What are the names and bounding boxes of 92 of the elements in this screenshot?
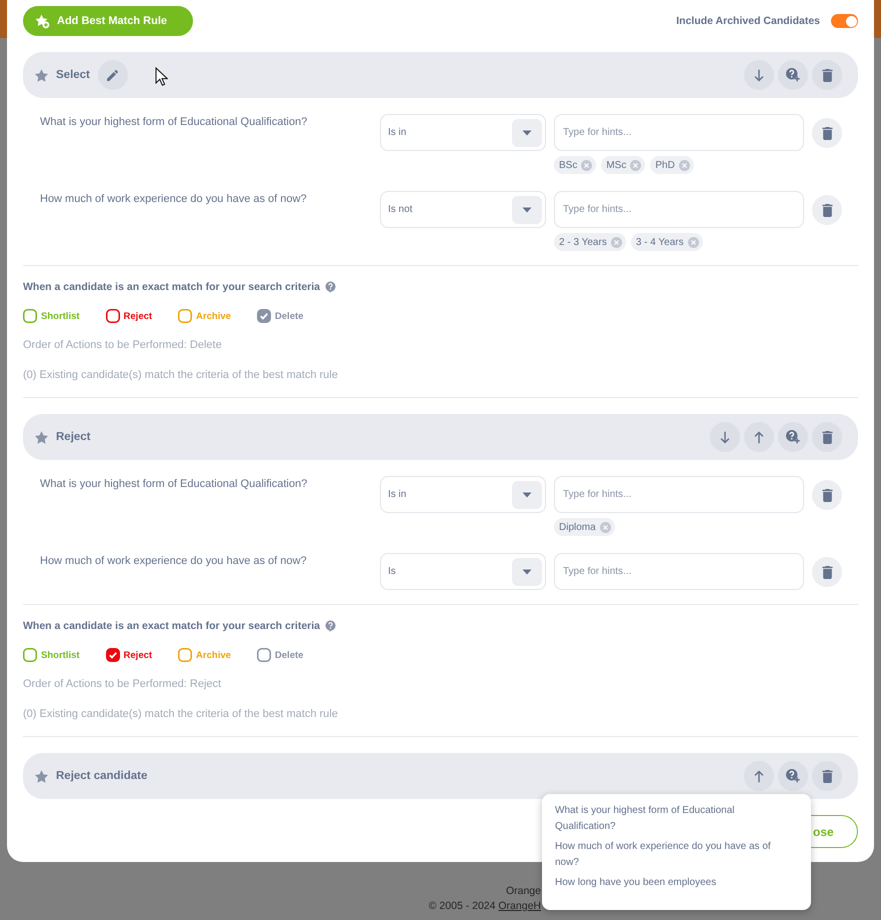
- hint-input[interactable]: Type for hints...: [554, 553, 804, 590]
- actions-heading: When a candidate is an exact match for your search criteria: [23, 281, 320, 293]
- question-text: How much of work experience do you have as of now?: [39, 554, 308, 568]
- checkbox[interactable]: [178, 309, 192, 323]
- add-question-button[interactable]: [778, 761, 808, 791]
- add-question-button[interactable]: [778, 60, 808, 90]
- checkbox-label: Reject: [124, 310, 152, 322]
- trash-icon: [822, 126, 832, 140]
- menu-item[interactable]: How much of work experience do you have as of now?: [542, 838, 811, 874]
- tag-label: BSc: [559, 160, 578, 170]
- match-count-text: (0) Existing candidate(s) match the criteria of the best match rule: [23, 368, 339, 382]
- tag-label: PhD: [655, 160, 675, 170]
- checkbox[interactable]: [256, 648, 271, 662]
- operator-select[interactable]: Is in: [380, 476, 546, 513]
- operator-select[interactable]: Is: [380, 553, 546, 590]
- trash-icon: [822, 770, 832, 782]
- delete-button[interactable]: [812, 60, 842, 90]
- star-icon: [35, 68, 48, 82]
- add-question-button[interactable]: [778, 422, 808, 452]
- order-text: Order of Actions to be Performed: Reject: [23, 677, 222, 691]
- pencil-icon: [107, 68, 118, 82]
- delete-button[interactable]: [812, 118, 842, 148]
- operator-select[interactable]: Is not: [380, 191, 546, 228]
- trash-icon: [822, 566, 832, 578]
- checkbox[interactable]: [106, 309, 120, 323]
- delete-button[interactable]: [812, 480, 842, 510]
- order-text: Order of Actions to be Performed: Delete: [23, 338, 223, 352]
- trash-icon: [822, 430, 832, 444]
- operator-select[interactable]: Is in: [380, 114, 546, 151]
- edit-button[interactable]: [98, 60, 128, 90]
- star-icon: [35, 430, 48, 444]
- caret-down-icon: [512, 558, 542, 586]
- trash-icon: [822, 488, 832, 502]
- caret-down-icon: [512, 480, 542, 508]
- menu-item[interactable]: What is your highest form of Educational Qualification?: [542, 802, 811, 838]
- actions-heading: When a candidate is an exact match for your search criteria: [23, 620, 320, 632]
- hint-input[interactable]: Type for hints...: [554, 191, 804, 228]
- arrow-down-icon: [754, 68, 764, 82]
- caret-down-icon: [512, 118, 542, 146]
- move-up-button[interactable]: [744, 761, 774, 791]
- trash-icon: [822, 68, 832, 82]
- rule-title: Select: [56, 69, 90, 81]
- checkbox-label: Archive: [196, 650, 231, 660]
- hint-input[interactable]: Type for hints...: [554, 476, 804, 513]
- tag-label: MSc: [606, 160, 626, 170]
- move-down-button[interactable]: [710, 422, 740, 452]
- help-icon[interactable]: [325, 620, 336, 632]
- question-plus-icon: [786, 769, 800, 783]
- footer-link[interactable]: OrangeH: [498, 900, 541, 912]
- rule-title: Reject: [56, 431, 91, 443]
- tag-label: Diploma: [559, 522, 596, 532]
- checkbox-label: Shortlist: [41, 310, 80, 322]
- match-count-text: (0) Existing candidate(s) match the criteria of the best match rule: [23, 707, 339, 721]
- checkbox[interactable]: [23, 648, 37, 662]
- question-text: What is your highest form of Educational Qualification?: [39, 477, 308, 491]
- checkbox-label: Reject: [124, 650, 152, 660]
- arrow-up-icon: [754, 770, 764, 782]
- footer-text: Orange: [506, 884, 541, 899]
- delete-button[interactable]: [812, 557, 842, 587]
- question-plus-icon: [786, 68, 800, 82]
- checkbox[interactable]: [178, 648, 192, 662]
- move-up-button[interactable]: [744, 422, 774, 452]
- menu-item[interactable]: How long have you been employees: [542, 874, 811, 894]
- help-icon[interactable]: [325, 281, 336, 293]
- question-text: How much of work experience do you have as of now?: [39, 192, 308, 206]
- tag-label: 2 - 3 Years: [559, 236, 607, 248]
- mouse-pointer-icon: [155, 67, 168, 86]
- star-icon: [35, 770, 48, 782]
- toggle-label: Include Archived Candidates: [676, 15, 820, 27]
- tag-label: 3 - 4 Years: [636, 236, 684, 248]
- delete-button[interactable]: [812, 195, 842, 225]
- question-text: What is your highest form of Educational Qualification?: [39, 115, 308, 129]
- arrow-down-icon: [720, 430, 730, 444]
- delete-button[interactable]: [812, 422, 842, 452]
- rule-title: Reject candidate: [56, 770, 148, 782]
- delete-button[interactable]: [812, 761, 842, 791]
- checkbox[interactable]: [23, 309, 37, 323]
- checkbox-label: Delete: [274, 310, 304, 322]
- trash-icon: [822, 204, 832, 216]
- question-plus-icon: [786, 430, 800, 444]
- caret-down-icon: [512, 196, 542, 224]
- copyright-text: © 2005 - 2024 OrangeH: [428, 899, 541, 914]
- checkbox-label: Archive: [196, 310, 231, 322]
- hint-input[interactable]: Type for hints...: [554, 114, 804, 151]
- checkbox-label: Shortlist: [41, 650, 80, 660]
- move-down-button[interactable]: [744, 60, 774, 90]
- checkbox[interactable]: [106, 648, 120, 662]
- checkbox[interactable]: [256, 309, 271, 323]
- arrow-up-icon: [754, 430, 764, 444]
- star-plus-icon: [35, 14, 50, 28]
- checkbox-label: Delete: [274, 650, 304, 660]
- toggle-switch[interactable]: [831, 14, 858, 28]
